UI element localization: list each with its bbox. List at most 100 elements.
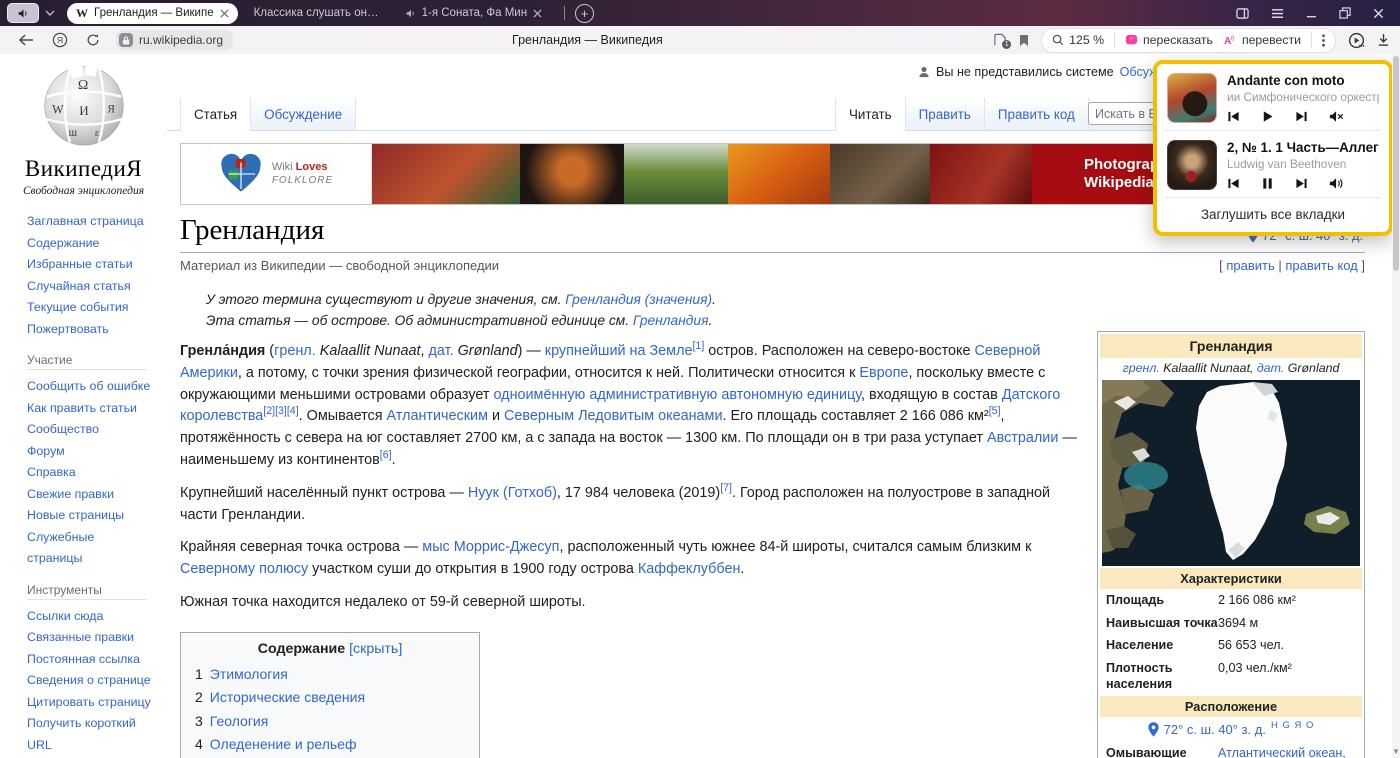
lang-label-link[interactable]: гренл. xyxy=(1123,361,1160,375)
reload-icon[interactable] xyxy=(86,33,100,47)
sidebar-item[interactable]: Пожертвовать xyxy=(27,319,153,341)
zoom-control[interactable]: 125 % xyxy=(1052,33,1104,47)
wiki-link[interactable]: Гренландия xyxy=(633,313,709,328)
wiki-link[interactable]: Гренландия (значения) xyxy=(565,292,712,307)
collections-icon[interactable]: 1 xyxy=(993,33,1007,47)
sidebar-item[interactable]: Получить короткий URL xyxy=(27,713,153,756)
tab-Читать[interactable]: Читать xyxy=(835,98,906,131)
pause-icon[interactable] xyxy=(1261,177,1274,190)
sidebar-item[interactable]: Избранные статьи xyxy=(27,254,153,276)
scrollbar[interactable]: ▼ xyxy=(1392,54,1400,758)
prev-icon[interactable] xyxy=(1227,110,1240,123)
toc-item[interactable]: 2Исторические сведения xyxy=(195,686,465,710)
close-icon[interactable] xyxy=(220,9,229,18)
tab-Статья[interactable]: Статья xyxy=(180,98,251,131)
coordinate-service-links[interactable]: H G Я O xyxy=(1271,720,1314,731)
scrollbar-down-arrow[interactable]: ▼ xyxy=(1392,747,1400,756)
sidebar-item[interactable]: Форум xyxy=(27,441,153,463)
wiki-link[interactable]: Австралии xyxy=(987,430,1058,446)
toc-link[interactable]: Геология xyxy=(210,713,269,729)
lang-label-link[interactable]: дат. xyxy=(1257,361,1284,375)
tab-Править[interactable]: Править xyxy=(906,98,985,130)
wiki-link[interactable]: Атлантический океан, xyxy=(1218,746,1346,758)
greenland-satellite-image[interactable] xyxy=(1102,380,1360,566)
sidebar-item[interactable]: Цитировать страницу xyxy=(27,692,153,714)
scrollbar-thumb[interactable] xyxy=(1393,56,1399,271)
wiki-link[interactable]: одноимённую административную автономную … xyxy=(493,387,861,403)
translate-button[interactable]: A б перевести xyxy=(1223,33,1301,47)
toc-hide-link[interactable]: [скрыть] xyxy=(349,641,402,657)
reference-link[interactable]: [6] xyxy=(380,449,392,461)
reference-link[interactable]: [7] xyxy=(720,482,732,494)
sidebar-item[interactable]: Новые страницы xyxy=(27,505,153,527)
sidebar-item[interactable]: Заглавная страница xyxy=(27,211,153,233)
lang-label-link[interactable]: дат. xyxy=(429,343,454,359)
wiki-link[interactable]: крупнейший на Земле xyxy=(545,343,693,359)
wiki-link[interactable]: Европе xyxy=(859,365,908,381)
next-icon[interactable] xyxy=(1295,177,1308,190)
tab-audio-mute-button[interactable] xyxy=(7,3,39,23)
sidebar-item[interactable]: Сообщество xyxy=(27,419,153,441)
sidebar-item[interactable]: Как править статьи xyxy=(27,398,153,420)
bookmark-icon[interactable] xyxy=(1019,34,1029,47)
sidebar-item[interactable]: Ссылки сюда xyxy=(27,606,153,628)
next-icon[interactable] xyxy=(1295,110,1308,123)
minimize-icon[interactable] xyxy=(1306,8,1317,19)
wiki-link[interactable]: Северному полюсу xyxy=(180,561,308,577)
reference-link[interactable]: [5] xyxy=(989,406,1001,418)
tab[interactable]: 1-я Соната, Фа Мин xyxy=(394,0,554,26)
chevron-down-icon[interactable] xyxy=(45,10,55,16)
sidebar-item[interactable]: Содержание xyxy=(27,233,153,255)
kebab-menu-icon[interactable] xyxy=(1322,34,1325,47)
wiki-link[interactable]: Атлантическим xyxy=(387,408,488,424)
player-icon[interactable] xyxy=(1348,32,1365,49)
download-icon[interactable] xyxy=(1377,33,1390,47)
toc-item[interactable]: 4Оледенение и рельеф xyxy=(195,733,465,757)
prev-icon[interactable] xyxy=(1227,177,1240,190)
mute-all-tabs-button[interactable]: Заглушить все вкладки xyxy=(1157,198,1389,232)
toc-link[interactable]: Исторические сведения xyxy=(210,689,365,705)
close-icon[interactable] xyxy=(533,9,542,18)
sidebar-item[interactable]: Служебные страницы xyxy=(27,527,153,570)
sidebar-item[interactable]: Случайная статья xyxy=(27,276,153,298)
retell-button[interactable]: “ пересказать xyxy=(1125,33,1213,47)
volume-icon[interactable] xyxy=(1329,177,1344,190)
infobox-coordinates[interactable]: 72° с. ш. 40° з. д. H G Я O xyxy=(1100,717,1362,742)
yandex-profile-icon[interactable]: Я xyxy=(52,32,68,48)
sidebar-item[interactable]: Сведения о странице xyxy=(27,670,153,692)
toc-link[interactable]: Этимология xyxy=(210,666,288,682)
sidebar-item[interactable]: Связанные правки xyxy=(27,627,153,649)
sidebar-item[interactable]: Свежие правки xyxy=(27,484,153,506)
wiki-link[interactable]: Нуук (Готхоб) xyxy=(468,485,557,501)
back-icon[interactable] xyxy=(18,33,34,47)
tab-Обсуждение[interactable]: Обсуждение xyxy=(251,98,356,130)
sidebar-item[interactable]: Постоянная ссылка xyxy=(27,649,153,671)
wikipedia-logo[interactable]: Ω W И Я ш ε ВикипедиЯ Свободная энциклоп… xyxy=(0,54,167,197)
reference-link[interactable]: [1] xyxy=(692,340,704,352)
wiki-link[interactable]: Северным Ледовитым океанами xyxy=(504,408,722,424)
maximize-icon[interactable] xyxy=(1339,7,1351,19)
toc-item[interactable]: 1Этимология xyxy=(195,663,465,687)
sidebar-item[interactable]: Справка xyxy=(27,462,153,484)
menu-icon[interactable] xyxy=(1271,8,1284,19)
tab-Править код[interactable]: Править код xyxy=(985,98,1089,130)
wiki-link[interactable]: править код xyxy=(1285,258,1357,273)
toc-link[interactable]: Оледенение и рельеф xyxy=(210,736,357,752)
lock-icon[interactable] xyxy=(119,33,133,47)
lang-label-link[interactable]: гренл. xyxy=(274,343,316,359)
wiki-link[interactable]: править xyxy=(1226,258,1274,273)
sidebar-item[interactable]: Текущие события xyxy=(27,297,153,319)
toc-item[interactable]: 3Геология xyxy=(195,710,465,734)
tab-audio-icon[interactable] xyxy=(406,9,416,18)
side-panel-icon[interactable] xyxy=(1236,7,1249,20)
tab[interactable]: Классика слушать онлайн xyxy=(242,0,394,26)
tab-active[interactable]: WГренландия — Википе xyxy=(67,3,238,24)
wiki-link[interactable]: мыс Моррис-Джесуп xyxy=(422,539,559,555)
new-tab-button[interactable]: + xyxy=(575,4,594,23)
sidebar-item[interactable]: Сообщить об ошибке xyxy=(27,376,153,398)
address-bar[interactable]: ru.wikipedia.org xyxy=(116,30,233,50)
play-icon[interactable] xyxy=(1261,110,1274,123)
mute-icon[interactable] xyxy=(1329,110,1344,123)
close-icon[interactable] xyxy=(1373,8,1384,19)
reference-link[interactable]: [2][3][4] xyxy=(263,406,298,418)
